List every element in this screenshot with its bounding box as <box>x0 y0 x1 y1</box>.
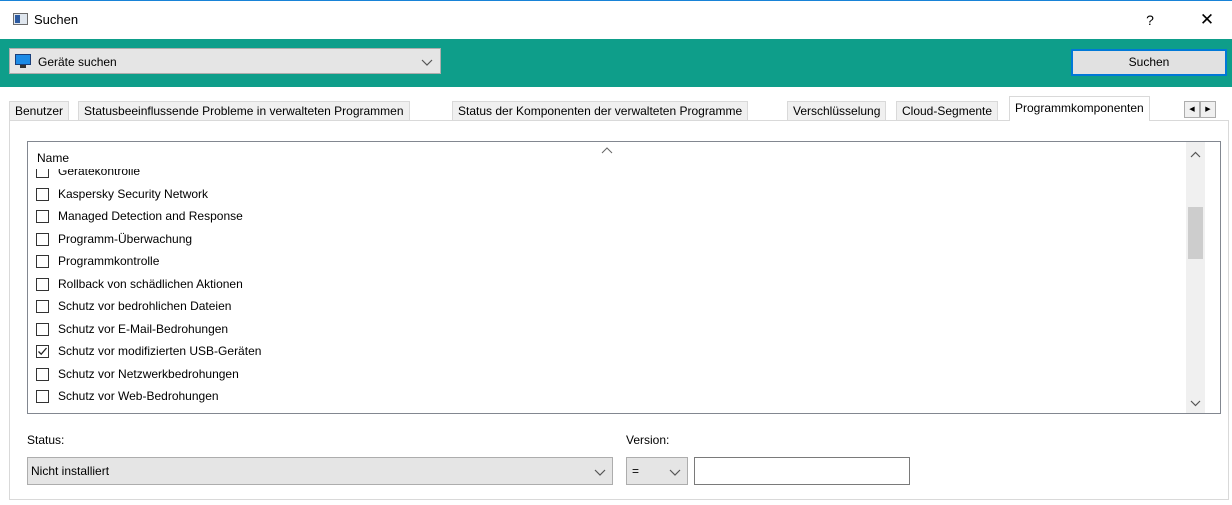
window-title: Suchen <box>34 12 79 27</box>
list-item-label: Schutz vor E-Mail-Bedrohungen <box>58 321 229 336</box>
chevron-down-icon <box>421 56 433 68</box>
checkbox[interactable] <box>36 255 49 268</box>
search-toolbar: Geräte suchen Suchen <box>0 39 1232 87</box>
checkbox[interactable] <box>36 187 49 201</box>
tab-cloud-segmente[interactable]: Cloud-Segmente <box>896 101 999 121</box>
list-item-label: Kaspersky Security Network <box>58 186 209 201</box>
list-scrollbar[interactable] <box>1186 142 1205 413</box>
close-button[interactable]: ✕ <box>1184 1 1230 39</box>
list-item-label: Gerätekontrolle <box>58 169 141 178</box>
tab-benutzer[interactable]: Benutzer <box>9 101 70 121</box>
name-column-header[interactable]: Name <box>37 151 69 165</box>
search-scope-dropdown[interactable]: Geräte suchen <box>9 48 441 74</box>
version-operator-value: = <box>632 464 640 478</box>
list-item-label: Schutz vor Netzwerkbedrohungen <box>58 366 239 381</box>
status-label: Status: <box>27 433 65 447</box>
checkbox[interactable] <box>36 300 49 313</box>
window-icon <box>13 13 28 25</box>
version-label: Version: <box>626 433 670 447</box>
status-dropdown[interactable]: Nicht installiert <box>27 457 613 485</box>
list-item[interactable]: Programmkontrolle <box>28 252 1188 274</box>
checkbox[interactable] <box>36 390 49 403</box>
list-item[interactable]: Schutz vor bedrohlichen Dateien <box>28 297 1188 319</box>
chevron-down-icon <box>594 466 606 478</box>
tab-content-programmkomponenten: Name Gerätekontrolle Kaspersky Security N… <box>9 120 1229 500</box>
search-panel: Benutzer Statusbeeinflussende Probleme i… <box>9 92 1229 500</box>
tab-komponentenstatus[interactable]: Status der Komponenten der verwalteten P… <box>452 101 749 121</box>
tab-verschluesselung[interactable]: Verschlüsselung <box>787 101 887 121</box>
list-item[interactable]: Rollback von schädlichen Aktionen <box>28 275 1188 297</box>
tab-scroll-buttons: ◀ ▶ <box>1184 101 1216 118</box>
list-item[interactable]: Schutz vor Netzwerkbedrohungen <box>28 365 1188 387</box>
checkbox[interactable] <box>36 277 49 291</box>
component-rows: Gerätekontrolle Kaspersky Security Networ… <box>28 169 1188 413</box>
scroll-up-icon[interactable] <box>1186 146 1205 164</box>
checkbox-checked[interactable] <box>36 345 49 358</box>
list-item-label: Schutz vor modifizierten USB-Geräten <box>58 344 262 358</box>
list-item[interactable]: Schutz vor Web-Bedrohungen <box>28 387 1188 409</box>
checkbox[interactable] <box>36 322 49 336</box>
list-item[interactable]: Programm-Überwachung <box>28 230 1188 252</box>
scroll-down-icon[interactable] <box>1186 394 1205 412</box>
checkbox[interactable] <box>36 232 49 246</box>
list-item[interactable]: Gerätekontrolle <box>28 169 1188 184</box>
search-scope-value: Geräte suchen <box>38 55 117 69</box>
list-item-label: Schutz vor Web-Bedrohungen <box>58 389 219 403</box>
checkbox[interactable] <box>36 210 49 223</box>
tab-statusbeeinflussende-probleme[interactable]: Statusbeeinflussende Probleme in verwalt… <box>78 101 410 121</box>
title-bar: Suchen ? ✕ <box>0 0 1232 39</box>
tab-strip: Benutzer Statusbeeinflussende Probleme i… <box>9 96 1229 121</box>
scrollbar-thumb[interactable] <box>1188 207 1203 259</box>
checkbox[interactable] <box>36 169 49 178</box>
chevron-down-icon <box>669 466 681 478</box>
list-item[interactable]: Schutz vor modifizierten USB-Geräten <box>28 342 1188 364</box>
list-item[interactable]: Kaspersky Security Network <box>28 185 1188 207</box>
list-item-label: Schutz vor bedrohlichen Dateien <box>58 299 232 313</box>
list-item[interactable]: Schutz vor E-Mail-Bedrohungen <box>28 320 1188 342</box>
tab-scroll-left-button[interactable]: ◀ <box>1184 101 1200 118</box>
version-operator-dropdown[interactable]: = <box>626 457 688 485</box>
monitor-icon <box>15 54 31 68</box>
list-item-label: Programm-Überwachung <box>58 231 193 246</box>
search-button[interactable]: Suchen <box>1071 49 1227 76</box>
version-input[interactable] <box>694 457 910 485</box>
tab-scroll-right-button[interactable]: ▶ <box>1200 101 1216 118</box>
list-item-label: Rollback von schädlichen Aktionen <box>58 276 243 291</box>
list-item-label: Managed Detection and Response <box>58 209 243 223</box>
status-value: Nicht installiert <box>31 464 110 478</box>
help-button[interactable]: ? <box>1128 1 1172 39</box>
component-list[interactable]: Name Gerätekontrolle Kaspersky Security N… <box>27 141 1221 414</box>
list-item-label: Programmkontrolle <box>58 254 160 268</box>
checkbox[interactable] <box>36 367 49 381</box>
sort-up-icon <box>601 143 613 157</box>
tab-programmkomponenten[interactable]: Programmkomponenten <box>1009 96 1150 121</box>
list-item[interactable]: Managed Detection and Response <box>28 207 1188 229</box>
